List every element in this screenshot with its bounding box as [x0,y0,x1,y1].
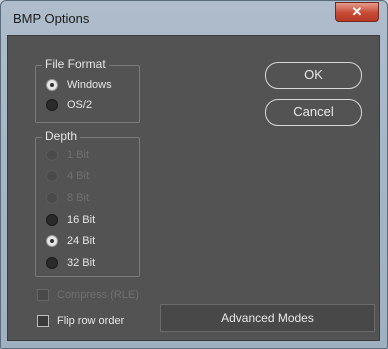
radio-8-bit[interactable]: 8 Bit [46,189,89,207]
file-format-group: File Format Windows OS/2 [35,57,140,123]
radio-24-bit[interactable]: 24 Bit [46,232,95,250]
dialog-body: File Format Windows OS/2 Depth 1 Bit 4 B… [7,35,380,341]
radio-16-bit[interactable]: 16 Bit [46,211,95,229]
radio-4-bit-indicator[interactable] [46,170,58,182]
radio-16-bit-label: 16 Bit [67,214,96,226]
advanced-modes-button[interactable]: Advanced Modes [160,304,375,332]
window-title: BMP Options [13,11,90,26]
radio-32-bit[interactable]: 32 Bit [46,254,95,272]
flip-row-order-box[interactable] [37,315,49,327]
radio-16-bit-indicator[interactable] [46,214,58,226]
radio-windows-label: Windows [67,79,112,91]
radio-4-bit-label: 4 Bit [67,170,90,182]
depth-group: Depth 1 Bit 4 Bit 8 Bit 16 Bit 24 Bit 32… [35,129,140,277]
compress-rle-checkbox[interactable]: Compress (RLE) [37,289,139,301]
flip-row-order-label: Flip row order [57,315,125,327]
radio-32-bit-indicator[interactable] [46,257,58,269]
radio-1-bit-label: 1 Bit [67,149,90,161]
radio-1-bit[interactable]: 1 Bit [46,146,89,164]
radio-24-bit-label: 24 Bit [67,235,96,247]
radio-os2-indicator[interactable] [46,99,58,111]
radio-4-bit[interactable]: 4 Bit [46,167,89,185]
radio-8-bit-indicator[interactable] [46,192,58,204]
radio-windows[interactable]: Windows [46,76,112,94]
title-bar[interactable]: BMP Options ✕ [1,1,387,35]
radio-8-bit-label: 8 Bit [67,192,90,204]
radio-os2-label: OS/2 [67,99,93,111]
radio-24-bit-indicator[interactable] [46,235,58,247]
radio-os2[interactable]: OS/2 [46,96,92,114]
radio-windows-indicator[interactable] [46,79,58,91]
bmp-options-dialog: BMP Options ✕ File Format Windows OS/2 D… [0,0,388,349]
close-icon: ✕ [351,4,363,19]
depth-legend: Depth [42,129,81,143]
file-format-legend: File Format [42,57,109,71]
compress-rle-label: Compress (RLE) [57,289,139,301]
cancel-button[interactable]: Cancel [265,99,362,126]
flip-row-order-checkbox[interactable]: Flip row order [37,315,124,327]
radio-32-bit-label: 32 Bit [67,257,96,269]
close-button[interactable]: ✕ [335,2,379,22]
radio-1-bit-indicator[interactable] [46,149,58,161]
compress-rle-box[interactable] [37,289,49,301]
ok-button[interactable]: OK [265,62,362,89]
